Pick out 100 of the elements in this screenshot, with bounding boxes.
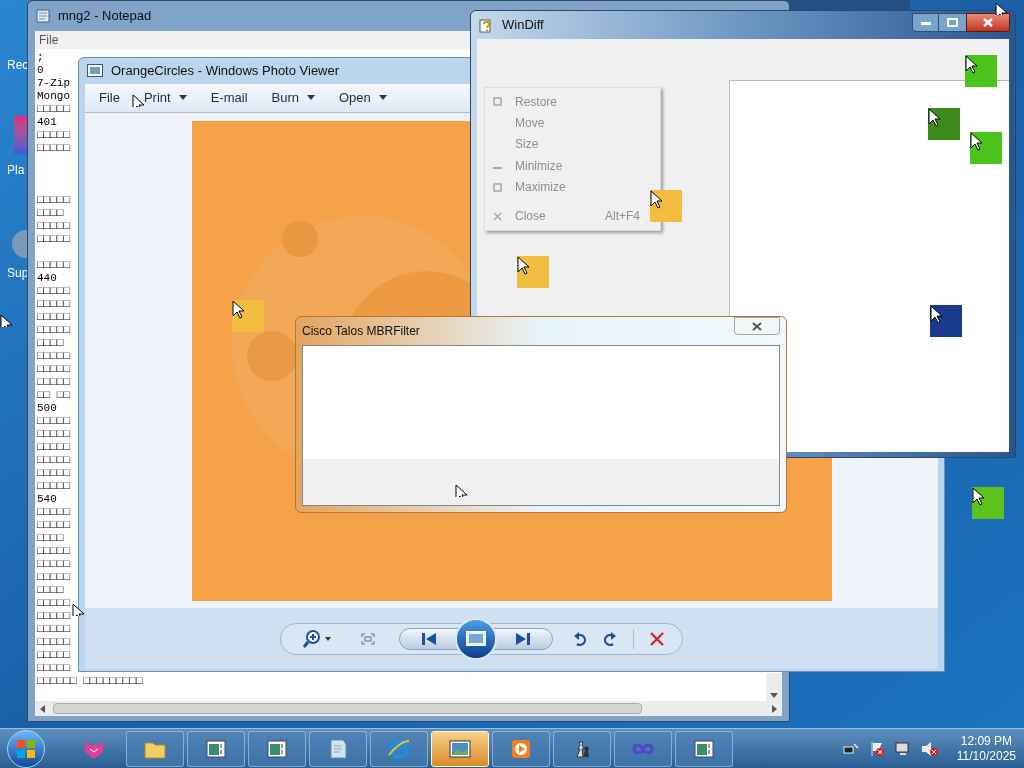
scroll-left-arrow-icon[interactable] xyxy=(39,704,45,713)
text-line: 500 xyxy=(37,402,57,415)
text-line: □□□□□ xyxy=(37,441,70,454)
text-line: ; xyxy=(37,51,44,64)
text-line: 401 xyxy=(37,116,57,129)
text-line: □□□□□ xyxy=(37,259,70,272)
taskbar-button[interactable] xyxy=(187,730,245,767)
taskbar-button[interactable] xyxy=(553,730,611,767)
close-button[interactable] xyxy=(966,13,1010,32)
maximize-icon xyxy=(947,18,958,27)
previous-button[interactable] xyxy=(399,627,459,650)
start-button[interactable] xyxy=(7,729,45,768)
text-line: □□□□□ xyxy=(37,545,70,558)
taskbar-button[interactable] xyxy=(309,730,367,767)
cursor-tile-icon xyxy=(965,55,997,87)
network-icon[interactable] xyxy=(842,741,859,756)
actual-size-icon[interactable] xyxy=(361,632,375,645)
caret-icon xyxy=(325,636,331,641)
zoom-in-icon xyxy=(303,629,321,648)
text-line: □□□□□ xyxy=(37,298,70,311)
text-line: □□□□ xyxy=(37,584,64,597)
text-line: □□□□□ xyxy=(37,636,70,649)
next-button[interactable] xyxy=(493,627,553,650)
flag-icon[interactable] xyxy=(868,740,885,757)
windiff-icon xyxy=(479,17,494,33)
text-line: □□□□□ xyxy=(37,519,70,532)
text-line: □□□□□ xyxy=(37,571,70,584)
close-button[interactable] xyxy=(734,317,780,335)
text-line: 440 xyxy=(37,272,57,285)
text-line: □□□□□ xyxy=(37,558,70,571)
close-icon xyxy=(983,18,993,27)
previous-icon xyxy=(422,632,436,645)
toolbar-menu-button[interactable]: Burn xyxy=(271,88,315,108)
cursor-icon xyxy=(132,94,145,107)
cursor-tile-icon xyxy=(972,487,1004,519)
cursor-tile-icon xyxy=(928,108,960,140)
delete-icon[interactable] xyxy=(650,631,664,646)
cursor-tile-icon xyxy=(650,190,682,222)
text-line: □□□□□ xyxy=(37,142,70,155)
text-line: □□□□□ xyxy=(37,220,70,233)
text-line: 0 xyxy=(37,64,44,77)
clock-date: 11/10/2025 xyxy=(956,748,1016,764)
cursor-tile-icon xyxy=(930,305,962,337)
taskbar-button[interactable] xyxy=(248,730,306,767)
text-line: □□□□□ xyxy=(37,233,70,246)
text-line: □□□□□ xyxy=(37,428,70,441)
desktop-icon-label[interactable]: Pla xyxy=(7,163,25,177)
taskbar-button[interactable] xyxy=(492,730,550,767)
window-title: WinDiff xyxy=(502,16,544,35)
next-icon xyxy=(516,632,530,645)
text-line: 7-Zip xyxy=(37,77,70,90)
toolbar-menu-button[interactable]: File xyxy=(99,88,120,108)
text-line: □□□□□ xyxy=(37,662,70,675)
horizontal-scrollbar[interactable] xyxy=(35,701,782,716)
minimize-button[interactable] xyxy=(912,13,939,32)
scroll-thumb[interactable] xyxy=(53,703,642,714)
menu-item[interactable]: File xyxy=(39,31,59,49)
desktop-icon-label[interactable]: Rec xyxy=(7,58,29,72)
text-line: □□□□□□ □□□□□□□□□ xyxy=(37,675,143,688)
text-line: Mongo xyxy=(37,90,70,103)
toolbar-menu-button[interactable]: Open xyxy=(339,88,387,108)
minimize-icon xyxy=(920,20,931,25)
text-line: □□□□□ xyxy=(37,194,70,207)
cursor-tile-icon xyxy=(232,300,264,332)
taskbar-button[interactable] xyxy=(614,730,672,767)
cursor-icon xyxy=(995,2,1008,15)
text-line: □□□□ xyxy=(37,532,64,545)
text-line: □□□□□ xyxy=(37,350,70,363)
text-line: □□□□□ xyxy=(37,623,70,636)
speaker-muted-icon[interactable] xyxy=(920,740,939,757)
toolbar-menu-button[interactable]: E-mail xyxy=(210,88,248,108)
close-icon xyxy=(493,211,502,221)
text-line: 540 xyxy=(37,493,57,506)
toolbar-menu-button[interactable]: Print xyxy=(143,88,187,108)
picture-icon xyxy=(466,631,486,647)
taskbar-button[interactable] xyxy=(126,730,184,767)
vertical-scrollbar[interactable] xyxy=(766,673,782,701)
taskbar-button[interactable] xyxy=(675,730,733,767)
rotate-clockwise-icon[interactable] xyxy=(603,630,617,647)
clock-time: 12:09 PM xyxy=(960,733,1013,749)
cursor-icon xyxy=(72,603,85,616)
zoom-button[interactable] xyxy=(303,629,331,648)
scroll-right-arrow-icon[interactable] xyxy=(772,704,778,713)
monitor-icon[interactable] xyxy=(894,740,911,757)
slideshow-button[interactable] xyxy=(455,617,497,660)
text-line: □□□□ xyxy=(37,207,64,220)
rotate-counterclockwise-icon[interactable] xyxy=(573,630,587,647)
windows-logo-icon xyxy=(17,739,35,758)
scroll-down-arrow-icon[interactable] xyxy=(770,693,778,699)
text-line: □□□□ xyxy=(37,337,64,350)
maximize-button[interactable] xyxy=(939,13,966,32)
clock[interactable]: 12:09 PM 11/10/2025 xyxy=(956,733,1016,764)
browser-e-icon xyxy=(387,736,411,761)
text-line: □□□□□ xyxy=(37,610,70,623)
window-title: mng2 - Notepad xyxy=(58,7,152,26)
text-line: □□□□□ xyxy=(37,285,70,298)
text-line: □□□□□ xyxy=(37,467,70,480)
text-line: □□□□□ xyxy=(37,506,70,519)
picture-icon xyxy=(87,64,103,78)
cursor-tile-icon xyxy=(970,132,1002,164)
